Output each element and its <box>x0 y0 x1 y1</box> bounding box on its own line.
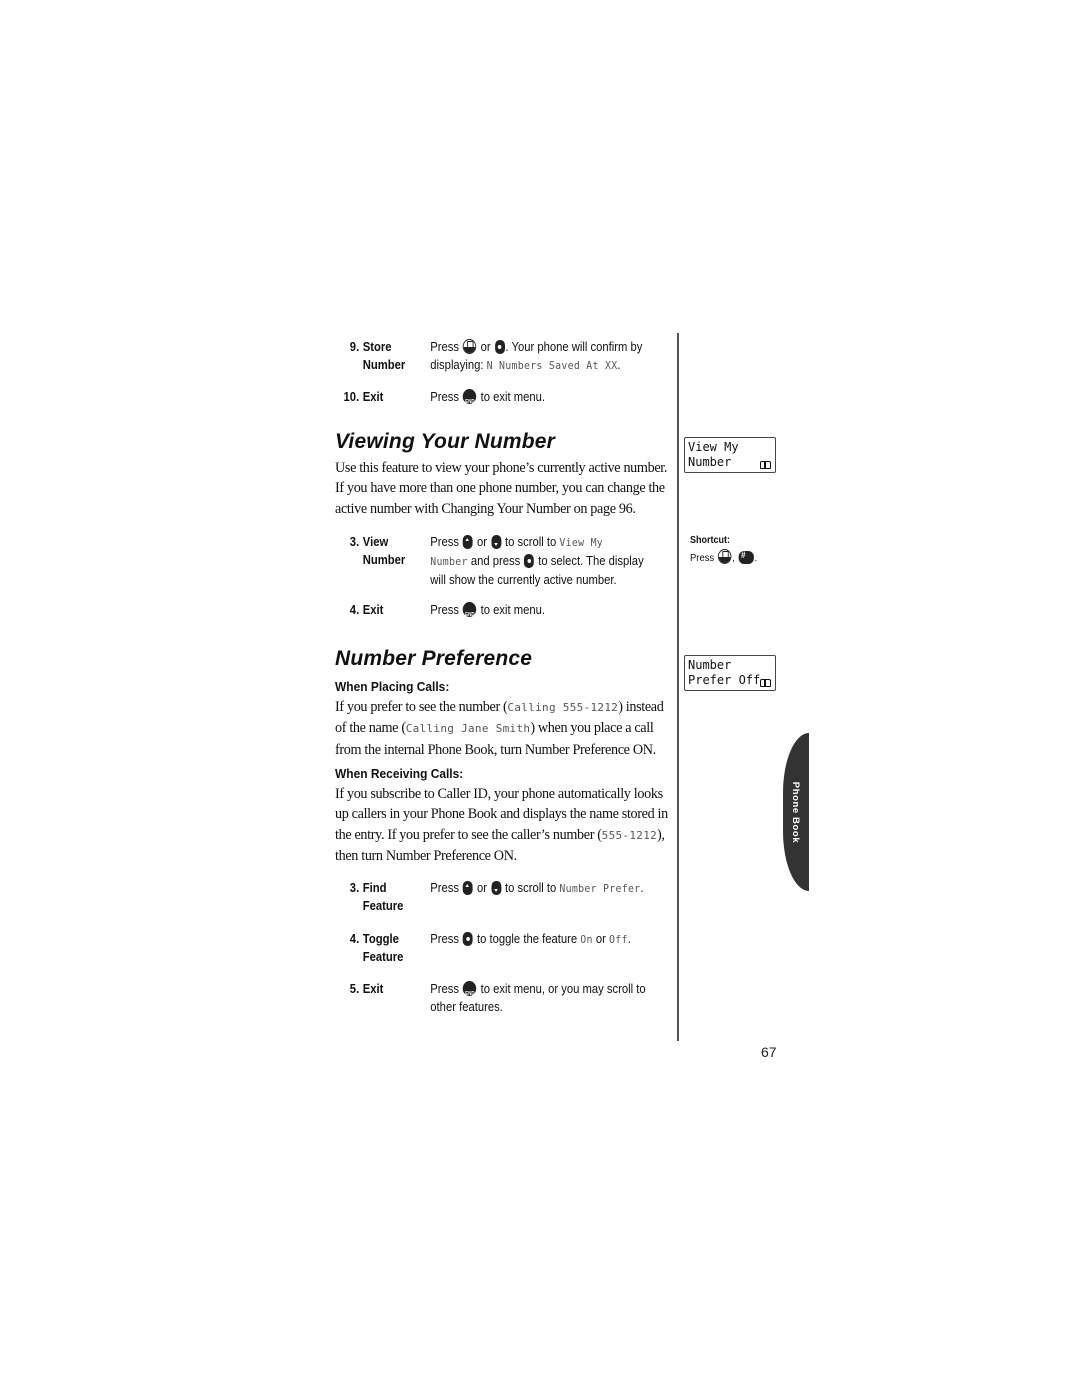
display-text: Calling Jane Smith <box>405 722 531 736</box>
scroll-down-key-icon <box>491 881 501 895</box>
step-number: 4. <box>349 603 360 617</box>
display-text: On <box>580 933 593 946</box>
lcd-line: View My <box>688 440 739 454</box>
end-key-icon <box>463 389 477 411</box>
step-label: Exit <box>362 603 384 617</box>
step-label: Exit <box>362 390 384 404</box>
lcd-display-number-prefer: Number Prefer Off <box>684 655 776 691</box>
step-number: 9. <box>349 340 360 354</box>
step-label: Exit <box>362 982 384 996</box>
step-number: 5. <box>349 982 360 996</box>
subheading-placing-calls: When Placing Calls: <box>335 679 450 694</box>
step-label: View Number <box>362 535 406 567</box>
lcd-line: Number <box>688 658 732 672</box>
end-key-icon <box>463 981 477 1003</box>
step-text: Press or to scroll to Number Prefer. <box>430 881 644 895</box>
step-text: Press or . Your phone will confirm by di… <box>430 339 643 372</box>
store-key-icon <box>463 339 477 354</box>
viewing-paragraph: Use this feature to view your phone’s cu… <box>335 460 668 517</box>
display-text: Off <box>609 933 628 946</box>
step-label: Toggle Feature <box>362 932 404 964</box>
display-text: View My <box>559 536 604 549</box>
placing-calls-paragraph: If you prefer to see the number (Calling… <box>335 699 664 758</box>
step-text: Press to exit menu. <box>430 388 669 411</box>
section-heading-preference: Number Preference <box>335 647 533 670</box>
recall-key-icon <box>717 549 732 564</box>
step-number: 4. <box>349 932 360 946</box>
step-number: 3. <box>349 881 360 895</box>
display-text: Number Prefer <box>559 882 641 895</box>
step-text: Press to exit menu. <box>430 601 669 624</box>
end-key-icon <box>463 602 477 624</box>
section-heading-viewing: Viewing Your Number <box>335 430 556 453</box>
menu-key-icon <box>494 340 505 354</box>
step-text: Press to toggle the feature On or Off. <box>430 932 631 946</box>
step-number: 3. <box>349 535 360 549</box>
section-tab-label: Phone Book <box>790 781 802 843</box>
phone-book-icon <box>760 679 771 687</box>
phone-book-icon <box>760 461 771 469</box>
receiving-calls-paragraph: If you subscribe to Caller ID, your phon… <box>335 786 668 864</box>
display-text: 555-1212 <box>601 828 658 842</box>
shortcut-text: Press , . <box>690 549 757 564</box>
lcd-display-view-my-number: View My Number <box>684 437 776 473</box>
scroll-up-key-icon <box>463 881 473 895</box>
hash-key-icon <box>738 550 754 564</box>
column-divider <box>677 333 679 1041</box>
step-text: Press or to scroll to View My Number and… <box>430 535 644 587</box>
step-text: Press to exit menu, or you may scroll to… <box>430 980 669 1016</box>
step-number: 10. <box>343 390 360 404</box>
shortcut-title: Shortcut: <box>690 535 731 546</box>
scroll-down-key-icon <box>491 535 501 549</box>
display-text: Number <box>430 555 468 568</box>
page-number: 67 <box>761 1044 777 1060</box>
subheading-receiving-calls: When Receiving Calls: <box>335 766 464 781</box>
display-text: N Numbers Saved At XX <box>486 359 618 372</box>
step-label: Find Feature <box>362 881 404 913</box>
step-label: Store Number <box>362 340 406 372</box>
scroll-up-key-icon <box>463 535 473 549</box>
menu-key-icon <box>524 554 535 568</box>
menu-key-icon <box>463 932 473 946</box>
display-text: Calling 555-1212 <box>507 701 619 714</box>
